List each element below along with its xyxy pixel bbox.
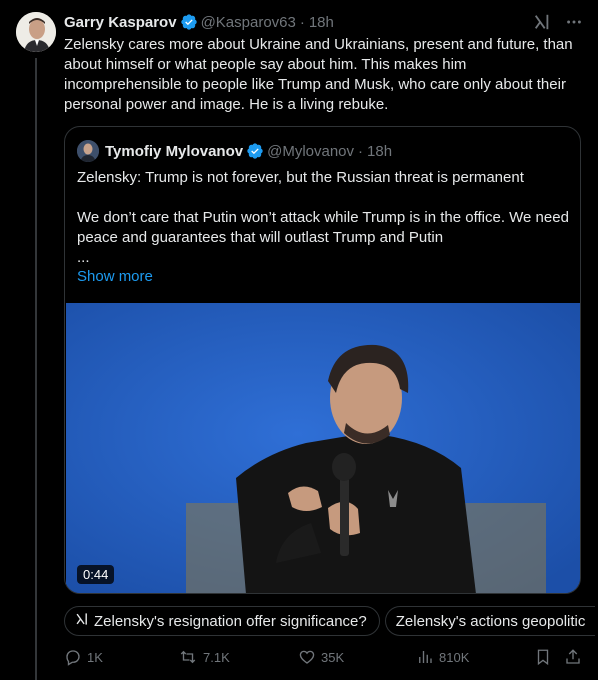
thread-line bbox=[35, 58, 37, 680]
grok-icon bbox=[75, 612, 89, 630]
quoted-tweet[interactable]: Tymofiy Mylovanov @Mylovanov · 18h Zelen… bbox=[64, 126, 581, 594]
tweet-actions: 1K 7.1K 35K 810K bbox=[64, 648, 584, 670]
author-avatar[interactable] bbox=[16, 12, 56, 52]
views-button[interactable]: 810K bbox=[416, 648, 469, 666]
top-actions bbox=[532, 12, 584, 32]
grok-suggestion-chip[interactable]: Zelensky's resignation offer significanc… bbox=[64, 606, 380, 636]
chip-label: Zelensky's resignation offer significanc… bbox=[94, 612, 367, 630]
tweet-time[interactable]: 18h bbox=[309, 14, 334, 31]
quote-text: Zelensky: Trump is not forever, but the … bbox=[77, 168, 571, 268]
views-icon bbox=[419, 651, 432, 663]
quote-author-handle[interactable]: @Mylovanov bbox=[267, 143, 354, 160]
tweet-text: Zelensky cares more about Ukraine and Uk… bbox=[64, 36, 573, 113]
repost-count: 7.1K bbox=[203, 649, 230, 665]
quote-author-avatar[interactable] bbox=[77, 140, 99, 162]
like-count: 35K bbox=[321, 649, 345, 665]
quote-line-2: We don’t care that Putin won’t attack wh… bbox=[77, 209, 569, 246]
quote-line-3: ... bbox=[77, 249, 90, 266]
reply-count: 1K bbox=[87, 649, 103, 665]
separator-dot: · bbox=[358, 142, 364, 160]
tweet-header: Garry Kasparov @Kasparov63 · 18h bbox=[64, 12, 334, 32]
verified-badge-icon bbox=[180, 13, 198, 31]
bookmark-icon bbox=[537, 649, 549, 666]
bookmark-button[interactable] bbox=[534, 648, 557, 666]
reply-button[interactable]: 1K bbox=[64, 648, 103, 666]
quote-author-name[interactable]: Tymofiy Mylovanov bbox=[105, 143, 243, 160]
like-button[interactable]: 35K bbox=[298, 648, 344, 666]
show-more-link[interactable]: Show more bbox=[77, 268, 153, 285]
grok-suggestions: Zelensky's resignation offer significanc… bbox=[64, 606, 595, 636]
repost-button[interactable]: 7.1K bbox=[178, 648, 230, 666]
grok-icon[interactable] bbox=[532, 12, 552, 32]
quote-header: Tymofiy Mylovanov @Mylovanov · 18h bbox=[77, 140, 392, 162]
verified-badge-icon bbox=[246, 142, 264, 160]
author-name[interactable]: Garry Kasparov bbox=[64, 14, 177, 31]
reply-icon bbox=[66, 650, 80, 666]
more-icon[interactable] bbox=[564, 12, 584, 32]
tweet[interactable]: Garry Kasparov @Kasparov63 · 18h Zelensk… bbox=[0, 0, 598, 680]
chip-label: Zelensky's actions geopolitic bbox=[395, 612, 586, 630]
quote-line-1: Zelensky: Trump is not forever, but the … bbox=[77, 169, 524, 186]
repost-icon bbox=[180, 650, 196, 664]
share-button[interactable] bbox=[564, 648, 587, 666]
separator-dot: · bbox=[299, 13, 305, 31]
video-frame bbox=[66, 303, 580, 593]
video-player[interactable]: 0:44 bbox=[66, 303, 580, 593]
quote-time[interactable]: 18h bbox=[367, 143, 392, 160]
share-icon bbox=[566, 649, 580, 664]
like-icon bbox=[299, 650, 315, 664]
author-handle[interactable]: @Kasparov63 bbox=[201, 14, 296, 31]
grok-suggestion-chip[interactable]: Zelensky's actions geopolitic bbox=[384, 606, 595, 636]
video-duration: 0:44 bbox=[77, 565, 115, 584]
views-count: 810K bbox=[439, 649, 470, 665]
